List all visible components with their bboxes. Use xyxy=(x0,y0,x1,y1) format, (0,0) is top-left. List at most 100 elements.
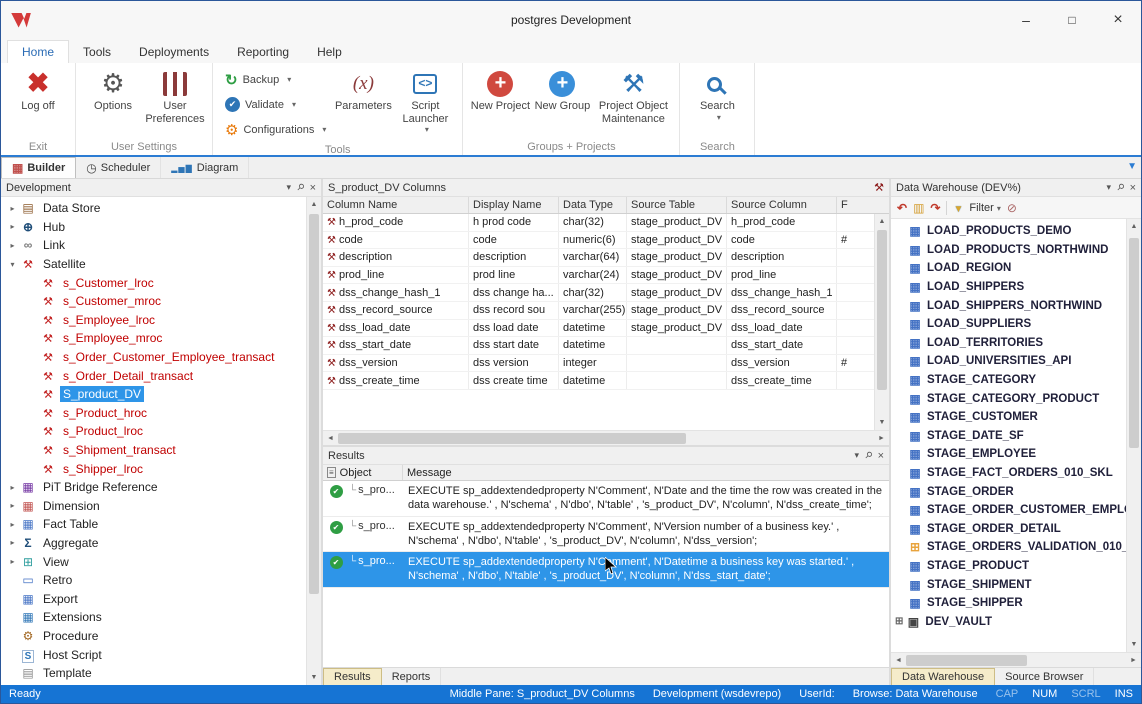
columns-horizontal-scrollbar[interactable] xyxy=(323,430,889,445)
search-button[interactable]: Search xyxy=(686,65,748,122)
tree-item-satellite[interactable]: Satellite xyxy=(1,255,306,274)
user-preferences-button[interactable]: User Preferences xyxy=(144,65,206,125)
tab-source-browser[interactable]: Source Browser xyxy=(995,668,1094,685)
tree-item-s-shipper-lroc[interactable]: s_Shipper_lroc xyxy=(1,459,306,478)
scroll-left-icon[interactable] xyxy=(891,657,906,664)
object-stage-category[interactable]: STAGE_CATEGORY xyxy=(891,371,1126,390)
project-object-maintenance-button[interactable]: Project Object Maintenance xyxy=(593,65,673,125)
panel-dropdown-icon[interactable] xyxy=(854,450,859,461)
tree-item-s-order-customer-employee-transact[interactable]: s_Order_Customer_Employee_transact xyxy=(1,348,306,367)
tree-item-data-store[interactable]: Data Store xyxy=(1,199,306,218)
column-header-data-type[interactable]: Data Type xyxy=(559,197,627,213)
scroll-up-icon[interactable] xyxy=(875,214,889,229)
panel-pin-icon[interactable] xyxy=(1117,182,1124,193)
object-dev-vault[interactable]: DEV_VAULT xyxy=(891,612,1126,631)
expander-icon[interactable] xyxy=(5,241,20,250)
panel-close-icon[interactable] xyxy=(310,182,316,194)
tree-item-dimension[interactable]: Dimension xyxy=(1,497,306,516)
object-stage-shipment[interactable]: STAGE_SHIPMENT xyxy=(891,575,1126,594)
parameters-button[interactable]: Parameters xyxy=(332,65,394,113)
view-tab-scheduler[interactable]: Scheduler xyxy=(76,157,161,178)
refresh-back-icon[interactable] xyxy=(897,201,907,215)
tree-item-pit-bridge-reference[interactable]: PiT Bridge Reference xyxy=(1,478,306,497)
column-row[interactable]: h_prod_code h prod code char(32) stage_p… xyxy=(323,214,874,232)
tree-item-host-script[interactable]: Host Script xyxy=(1,645,306,664)
object-load-suppliers[interactable]: LOAD_SUPPLIERS xyxy=(891,315,1126,334)
object-stage-order-detail[interactable]: STAGE_ORDER_DETAIL xyxy=(891,520,1126,539)
tree-item-view[interactable]: View xyxy=(1,552,306,571)
expander-icon[interactable] xyxy=(5,520,20,529)
scroll-right-icon[interactable] xyxy=(874,435,889,442)
column-header-source-table[interactable]: Source Table xyxy=(627,197,727,213)
tree-item-s-shipment-transact[interactable]: s_Shipment_transact xyxy=(1,441,306,460)
object-load-products-northwind[interactable]: LOAD_PRODUCTS_NORTHWIND xyxy=(891,241,1126,260)
tree-item-procedure[interactable]: Procedure xyxy=(1,627,306,646)
ribbon-tab-help[interactable]: Help xyxy=(303,41,356,63)
object-stage-product[interactable]: STAGE_PRODUCT xyxy=(891,557,1126,576)
object-stage-date-sf[interactable]: STAGE_DATE_SF xyxy=(891,427,1126,446)
columns-vertical-scrollbar[interactable] xyxy=(874,214,889,430)
expander-icon[interactable] xyxy=(5,538,20,547)
filter-button[interactable]: Filter xyxy=(969,202,1000,214)
ribbon-tab-home[interactable]: Home xyxy=(7,40,69,63)
expander-icon[interactable] xyxy=(5,204,20,213)
scroll-thumb[interactable] xyxy=(338,433,686,444)
tree-item-link[interactable]: Link xyxy=(1,236,306,255)
columns-tool-icon[interactable] xyxy=(874,181,884,194)
object-stage-customer[interactable]: STAGE_CUSTOMER xyxy=(891,408,1126,427)
panel-dropdown-icon[interactable] xyxy=(286,182,291,193)
object-stage-employee[interactable]: STAGE_EMPLOYEE xyxy=(891,445,1126,464)
scroll-up-icon[interactable] xyxy=(1127,219,1141,234)
tree-item-s-customer-lroc[interactable]: s_Customer_lroc xyxy=(1,273,306,292)
view-tab-diagram[interactable]: Diagram xyxy=(161,157,249,178)
script-launcher-button[interactable]: Script Launcher xyxy=(394,65,456,134)
result-row[interactable]: s_pro... EXECUTE sp_addextendedproperty … xyxy=(323,481,889,517)
tree-item-template[interactable]: Template xyxy=(1,664,306,683)
scroll-down-icon[interactable] xyxy=(1127,637,1141,652)
object-stage-category-product[interactable]: STAGE_CATEGORY_PRODUCT xyxy=(891,389,1126,408)
validate-button[interactable]: Validate xyxy=(219,92,332,117)
expander-icon[interactable] xyxy=(5,557,20,566)
object-list-icon[interactable] xyxy=(327,467,336,478)
tab-data-warehouse[interactable]: Data Warehouse xyxy=(891,668,995,685)
object-load-universities-api[interactable]: LOAD_UNIVERSITIES_API xyxy=(891,352,1126,371)
expander-icon[interactable] xyxy=(5,501,20,510)
new-group-button[interactable]: New Group xyxy=(531,65,593,113)
tab-results[interactable]: Results xyxy=(323,668,382,685)
column-header-column-name[interactable]: Column Name xyxy=(323,197,469,213)
new-project-button[interactable]: New Project xyxy=(469,65,531,113)
object-stage-shipper[interactable]: STAGE_SHIPPER xyxy=(891,594,1126,613)
column-row[interactable]: code code numeric(6) stage_product_DV co… xyxy=(323,232,874,250)
panel-pin-icon[interactable] xyxy=(297,182,304,193)
result-row[interactable]: s_pro... EXECUTE sp_addextendedproperty … xyxy=(323,517,889,553)
object-stage-fact-orders-010-skl[interactable]: STAGE_FACT_ORDERS_010_SKL xyxy=(891,464,1126,483)
column-header-source-column[interactable]: Source Column xyxy=(727,197,837,213)
tree-item-hub[interactable]: Hub xyxy=(1,218,306,237)
column-header-display-name[interactable]: Display Name xyxy=(469,197,559,213)
expander-icon[interactable] xyxy=(5,260,20,269)
options-button[interactable]: Options xyxy=(82,65,144,113)
refresh-forward-icon[interactable] xyxy=(930,201,940,215)
column-row[interactable]: description description varchar(64) stag… xyxy=(323,249,874,267)
panel-close-icon[interactable] xyxy=(1130,182,1136,194)
close-button[interactable] xyxy=(1095,1,1141,39)
panel-dropdown-icon[interactable] xyxy=(1106,182,1111,193)
tree-vertical-scrollbar[interactable] xyxy=(306,197,321,685)
column-row[interactable]: dss_version dss version integer dss_vers… xyxy=(323,355,874,373)
object-load-territories[interactable]: LOAD_TERRITORIES xyxy=(891,334,1126,353)
tree-item-aggregate[interactable]: Aggregate xyxy=(1,534,306,553)
scroll-right-icon[interactable] xyxy=(1126,657,1141,664)
minimize-button[interactable] xyxy=(1003,1,1049,39)
ribbon-tab-deployments[interactable]: Deployments xyxy=(125,41,223,63)
tab-reports[interactable]: Reports xyxy=(382,668,442,685)
scroll-thumb[interactable] xyxy=(309,214,319,594)
column-row[interactable]: prod_line prod line varchar(24) stage_pr… xyxy=(323,267,874,285)
tree-item-s-employee-mroc[interactable]: s_Employee_mroc xyxy=(1,329,306,348)
clear-filter-icon[interactable] xyxy=(1007,201,1017,215)
clipboard-icon[interactable] xyxy=(913,201,924,215)
object-load-shippers[interactable]: LOAD_SHIPPERS xyxy=(891,278,1126,297)
scroll-thumb[interactable] xyxy=(1129,238,1139,448)
tree-item-extensions[interactable]: Extensions xyxy=(1,608,306,627)
column-row[interactable]: dss_load_date dss load date datetime sta… xyxy=(323,320,874,338)
object-load-region[interactable]: LOAD_REGION xyxy=(891,259,1126,278)
